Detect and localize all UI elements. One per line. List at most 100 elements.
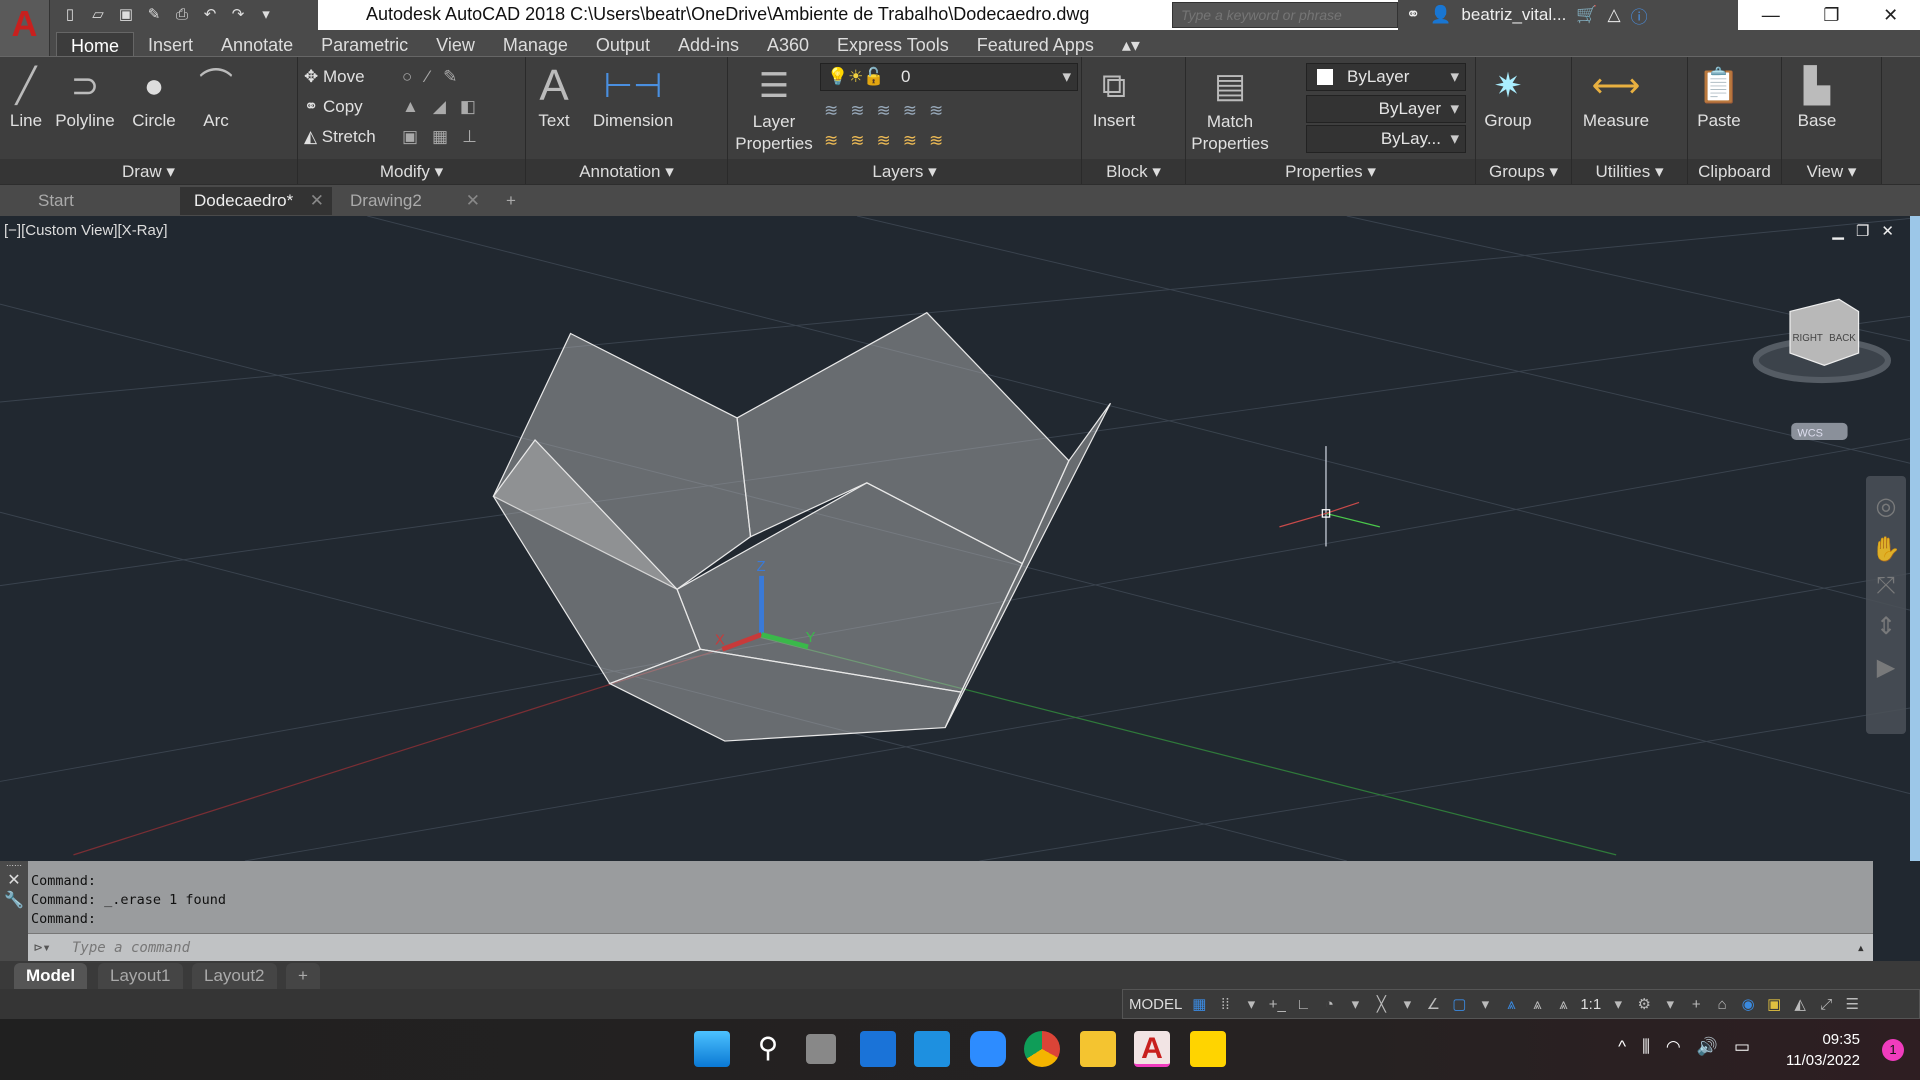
isodraft-icon[interactable]: ╳ xyxy=(1372,995,1390,1013)
save-as-icon[interactable]: ✎ xyxy=(144,6,164,24)
workspace-dropdown-icon[interactable]: ▾ xyxy=(1661,995,1679,1013)
snap-dropdown-icon[interactable]: ▾ xyxy=(1242,995,1260,1013)
layout-tab-layout1[interactable]: Layout1 xyxy=(98,963,183,989)
open-icon[interactable]: ▱ xyxy=(88,6,108,24)
annotation-panel-label[interactable]: Annotation ▾ xyxy=(526,159,727,185)
lineweight-dropdown[interactable]: ByLay... xyxy=(1306,125,1466,153)
polar-dropdown-icon[interactable]: ▾ xyxy=(1346,995,1364,1013)
command-prompt-icon[interactable]: ⊳▾ xyxy=(34,934,51,962)
modify-tools-icons-2[interactable]: ▲◢◧ xyxy=(402,97,490,117)
file-tab-dodecaedro[interactable]: Dodecaedro* ✕ xyxy=(180,187,332,215)
show-hidden-icons[interactable]: ^ xyxy=(1618,1037,1626,1057)
user-icon[interactable]: 👤 xyxy=(1430,5,1451,25)
object-snap-tracking-icon[interactable]: ∠ xyxy=(1424,995,1442,1013)
tab-output[interactable]: Output xyxy=(582,32,664,58)
customize-wrench-icon[interactable]: 🔧 xyxy=(0,890,28,910)
group-button[interactable]: ✷ Group xyxy=(1480,61,1536,131)
orbit-icon[interactable]: ⇕ xyxy=(1866,612,1906,641)
quick-properties-icon[interactable]: ◉ xyxy=(1739,995,1757,1013)
layout-tab-layout2[interactable]: Layout2 xyxy=(192,963,277,989)
ortho-icon[interactable]: ∟ xyxy=(1294,996,1312,1013)
dynamic-input-icon[interactable]: +_ xyxy=(1268,996,1286,1013)
snap-icon[interactable]: ⁞⁞ xyxy=(1216,996,1234,1013)
tab-annotate[interactable]: Annotate xyxy=(207,32,307,58)
units-icon[interactable]: ⌂ xyxy=(1713,996,1731,1013)
copy-button[interactable]: ⚭ Copy xyxy=(304,97,363,117)
close-icon[interactable]: ✕ xyxy=(1883,5,1898,26)
help-icon[interactable]: ⓘ xyxy=(1631,3,1648,28)
utilities-panel-label[interactable]: Utilities ▾ xyxy=(1572,159,1687,185)
close-command-line-icon[interactable]: ✕ xyxy=(0,870,28,890)
annotation-monitor-icon[interactable]: + xyxy=(1687,996,1705,1013)
layer-properties-button[interactable]: ☰ Layer Properties xyxy=(734,61,814,155)
zoom-app-icon[interactable] xyxy=(970,1031,1006,1067)
layers-panel-label[interactable]: Layers ▾ xyxy=(728,159,1081,185)
graphics-performance-icon[interactable]: ◭ xyxy=(1791,995,1809,1013)
minimize-viewport-icon[interactable]: ▁ xyxy=(1832,222,1844,240)
meet-icon[interactable]: ⫼ xyxy=(1642,1037,1650,1057)
new-tab-button[interactable]: + xyxy=(496,187,530,215)
new-icon[interactable]: ▯ xyxy=(60,6,80,24)
application-menu-button[interactable]: A xyxy=(0,0,50,56)
layer-tools-icons-2[interactable]: ≋≋≋≋≋ xyxy=(824,131,955,151)
file-tab-start[interactable]: Start xyxy=(24,187,174,215)
match-properties-button[interactable]: ▤ Match Properties xyxy=(1190,61,1270,155)
save-icon[interactable]: ▣ xyxy=(116,6,136,24)
a360-icon[interactable]: △ xyxy=(1607,5,1620,25)
annotation-visibility-icon[interactable]: ⩓ xyxy=(1502,996,1520,1013)
drawing-viewport[interactable]: Z X Y RIGHT BACK WCS [−][Custom View][X-… xyxy=(0,216,1910,861)
clipboard-panel-label[interactable]: Clipboard xyxy=(1688,159,1781,185)
task-view-icon[interactable] xyxy=(806,1034,836,1064)
block-panel-label[interactable]: Block ▾ xyxy=(1082,159,1185,185)
file-tab-drawing2[interactable]: Drawing2 ✕ xyxy=(336,187,488,215)
modify-tools-icons-3[interactable]: ▣▦⊥ xyxy=(402,127,491,147)
model-space-button[interactable]: MODEL xyxy=(1129,996,1182,1013)
modify-tools-icons[interactable]: ○⁄✎ xyxy=(402,67,471,87)
wifi-icon[interactable]: ◠ xyxy=(1666,1037,1681,1057)
paste-button[interactable]: 📋 Paste xyxy=(1694,61,1744,131)
stretch-button[interactable]: ◭ Stretch xyxy=(304,127,376,147)
restore-icon[interactable]: ❐ xyxy=(1823,5,1839,26)
annotation-scale-value[interactable]: 1:1 xyxy=(1580,996,1601,1013)
text-button[interactable]: A Text xyxy=(534,61,574,131)
tab-a360[interactable]: A360 xyxy=(753,32,823,58)
move-button[interactable]: ✥ Move xyxy=(304,67,365,87)
start-icon[interactable] xyxy=(694,1031,730,1067)
tab-express-tools[interactable]: Express Tools xyxy=(823,32,963,58)
osnap-dropdown-icon[interactable]: ▾ xyxy=(1476,995,1494,1013)
measure-button[interactable]: ⟷ Measure xyxy=(1580,61,1652,131)
modify-panel-label[interactable]: Modify ▾ xyxy=(298,159,525,185)
steering-wheel-icon[interactable]: ◎ xyxy=(1866,492,1906,521)
tab-view[interactable]: View xyxy=(422,32,489,58)
base-button[interactable]: ▙ Base xyxy=(1792,61,1842,131)
mail-icon[interactable] xyxy=(914,1031,950,1067)
circle-button[interactable]: ● Circle xyxy=(126,61,182,131)
close-tab-icon[interactable]: ✕ xyxy=(466,187,480,215)
pan-icon[interactable]: ✋ xyxy=(1866,535,1906,564)
command-input[interactable]: ⊳▾ Type a command ▴ xyxy=(28,933,1873,961)
close-viewport-icon[interactable]: ✕ xyxy=(1881,222,1894,240)
draw-panel-label[interactable]: Draw ▾ xyxy=(0,159,297,185)
insert-button[interactable]: ⧉ Insert xyxy=(1086,61,1142,131)
customize-icon[interactable]: ▾ xyxy=(256,6,276,24)
viewport-controls-label[interactable]: [−][Custom View][X-Ray] xyxy=(4,222,168,239)
arc-button[interactable]: ⌒ Arc xyxy=(196,61,236,131)
view-panel-label[interactable]: View ▾ xyxy=(1782,159,1881,185)
auto-scale-icon[interactable]: ⩓ xyxy=(1528,996,1546,1013)
linetype-dropdown[interactable]: ByLayer xyxy=(1306,95,1466,123)
line-button[interactable]: ╱ Line xyxy=(4,61,48,131)
polyline-button[interactable]: ⊃ Polyline xyxy=(52,61,118,131)
battery-icon[interactable]: ▭ xyxy=(1734,1037,1750,1057)
properties-panel-label[interactable]: Properties ▾ xyxy=(1186,159,1475,185)
vertical-scrollbar[interactable] xyxy=(1910,216,1920,861)
tab-featured-apps[interactable]: Featured Apps xyxy=(963,32,1108,58)
close-tab-icon[interactable]: ✕ xyxy=(310,187,324,215)
undo-icon[interactable]: ↶ xyxy=(200,6,220,24)
volume-icon[interactable]: 🔊 xyxy=(1697,1037,1718,1057)
scale-dropdown-icon[interactable]: ▾ xyxy=(1609,995,1627,1013)
fullscreen-icon[interactable]: ⤢ xyxy=(1817,996,1835,1013)
tab-add-ins[interactable]: Add-ins xyxy=(664,32,753,58)
workspace-gear-icon[interactable]: ⚙ xyxy=(1635,995,1653,1013)
tab-parametric[interactable]: Parametric xyxy=(307,32,422,58)
groups-panel-label[interactable]: Groups ▾ xyxy=(1476,159,1571,185)
